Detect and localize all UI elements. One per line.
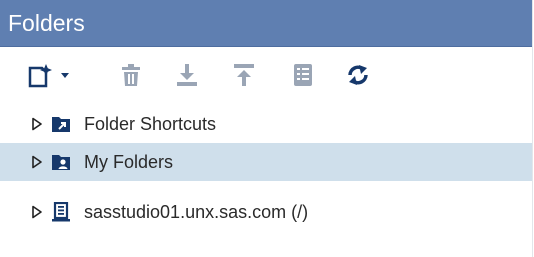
upload-icon bbox=[234, 64, 254, 86]
upload-button[interactable] bbox=[230, 61, 258, 89]
folders-toolbar bbox=[0, 47, 532, 101]
shortcut-folder-icon bbox=[52, 117, 70, 132]
user-folder-icon bbox=[52, 155, 70, 170]
properties-button[interactable] bbox=[289, 61, 317, 89]
new-item-icon bbox=[28, 64, 69, 88]
refresh-icon bbox=[348, 65, 368, 85]
new-item-button[interactable] bbox=[26, 61, 76, 89]
tree-node-label: sasstudio01.unx.sas.com (/) bbox=[84, 202, 309, 222]
tree-node-folder-shortcuts[interactable]: Folder Shortcuts bbox=[0, 105, 532, 143]
tree-node-label: My Folders bbox=[84, 152, 174, 172]
server-icon bbox=[52, 202, 70, 222]
panel-title: Folders bbox=[8, 10, 85, 36]
tree-node-label: Folder Shortcuts bbox=[84, 114, 217, 134]
expand-arrow-icon[interactable] bbox=[30, 155, 44, 169]
download-button[interactable] bbox=[173, 61, 201, 89]
panel-titlebar: Folders bbox=[0, 0, 532, 47]
delete-icon bbox=[122, 64, 140, 86]
delete-button[interactable] bbox=[117, 61, 145, 89]
refresh-button[interactable] bbox=[344, 61, 372, 89]
tree-node-server[interactable]: sasstudio01.unx.sas.com (/) bbox=[0, 193, 532, 231]
expand-arrow-icon[interactable] bbox=[30, 205, 44, 219]
folders-panel: Folders Folder Shortcuts My Folders sass… bbox=[0, 0, 533, 257]
tree-node-my-folders[interactable]: My Folders bbox=[0, 143, 532, 181]
download-icon bbox=[177, 64, 197, 86]
expand-arrow-icon[interactable] bbox=[30, 117, 44, 131]
chevron-down-icon bbox=[61, 73, 69, 78]
properties-icon bbox=[294, 64, 312, 86]
